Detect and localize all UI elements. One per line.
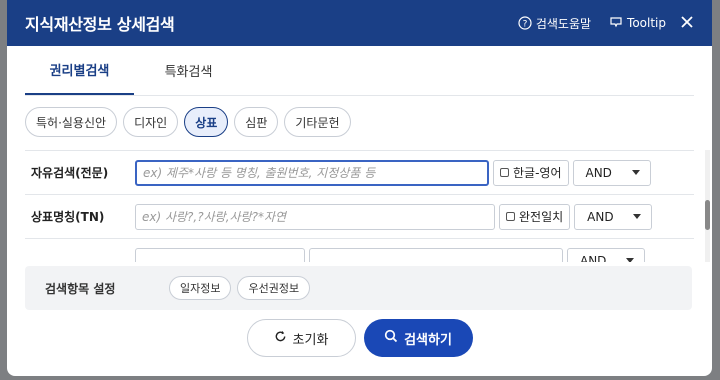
checkbox-box [506,212,515,221]
checkbox-label: 한글-영어 [513,166,562,180]
tooltip-toggle-button[interactable]: Tooltip [609,16,666,30]
partial-input-2[interactable] [309,247,563,262]
operator-value: AND [587,209,614,224]
action-buttons: 초기화 검색하기 [7,319,712,357]
row-label: 상표명칭(TN) [31,210,105,224]
svg-text:?: ? [522,20,527,30]
chevron-down-icon [631,170,640,175]
rights-type-chips: 특허·실용신안 디자인 상표 심판 기타문헌 [7,96,712,137]
operator-value: AND [580,253,607,263]
modal-header: 지식재산정보 상세검색 ? 검색도움말 Tooltip [7,0,712,46]
detail-search-modal: 지식재산정보 상세검색 ? 검색도움말 Tooltip 권리별검색 특화검색 특… [7,0,712,376]
modal-title: 지식재산정보 상세검색 [25,15,175,34]
search-row-tm-name: 상표명칭(TN) ex) 사랑?,?사랑,사랑?*자연 완전일치 AND [25,195,694,239]
search-field-list: 자유검색(전문) ex) 제주*사랑 등 명칭, 출원번호, 지정상품 등 한글… [25,150,694,262]
operator-select[interactable]: AND [572,159,651,186]
scrollbar-thumb[interactable] [705,200,710,230]
chip-design[interactable]: 디자인 [123,107,179,137]
exact-match-checkbox[interactable]: 완전일치 [499,203,571,230]
priority-info-button[interactable]: 우선권정보 [237,276,311,300]
chip-trademark[interactable]: 상표 [184,107,229,137]
operator-select[interactable]: AND [574,203,653,230]
chip-trial[interactable]: 심판 [234,107,279,137]
date-info-button[interactable]: 일자정보 [169,276,232,300]
search-help-label: 검색도움말 [535,16,592,31]
search-type-tabs: 권리별검색 특화검색 [25,46,694,96]
search-item-settings: 검색항목 설정 일자정보 우선권정보 [25,266,692,310]
search-help-button[interactable]: ? 검색도움말 [518,15,591,32]
checkbox-label: 완전일치 [519,210,564,224]
korean-english-checkbox[interactable]: 한글-영어 [493,159,569,186]
search-row-partial: AND [25,239,694,262]
close-button[interactable] [680,14,694,33]
tab-special-search[interactable]: 특화검색 [134,46,243,95]
chevron-down-icon [626,258,634,262]
search-button[interactable]: 검색하기 [363,319,473,357]
settings-label: 검색항목 설정 [45,281,116,296]
reset-button[interactable]: 초기화 [246,319,356,357]
chip-patent[interactable]: 특허·실용신안 [25,107,118,137]
question-circle-icon: ? [518,16,532,30]
tm-name-input[interactable]: ex) 사랑?,?사랑,사랑?*자연 [135,203,495,230]
operator-value: AND [585,165,612,180]
free-search-input[interactable]: ex) 제주*사랑 등 명칭, 출원번호, 지정상품 등 [135,159,489,186]
operator-select[interactable]: AND [567,247,645,263]
search-icon [384,329,398,347]
close-icon [680,14,694,33]
chevron-down-icon [633,214,642,219]
checkbox-box [500,168,509,177]
tooltip-icon [609,16,623,30]
partial-input-1[interactable] [135,247,305,262]
row-label: 자유검색(전문) [31,166,109,180]
field-list-scrollbar[interactable] [705,150,710,262]
tooltip-label: Tooltip [627,16,666,30]
search-row-free: 자유검색(전문) ex) 제주*사랑 등 명칭, 출원번호, 지정상품 등 한글… [25,151,694,195]
chip-other-docs[interactable]: 기타문헌 [284,107,351,137]
reset-label: 초기화 [292,332,329,348]
search-label: 검색하기 [404,332,452,348]
refresh-icon [274,330,287,347]
tab-rights-search[interactable]: 권리별검색 [25,46,134,95]
